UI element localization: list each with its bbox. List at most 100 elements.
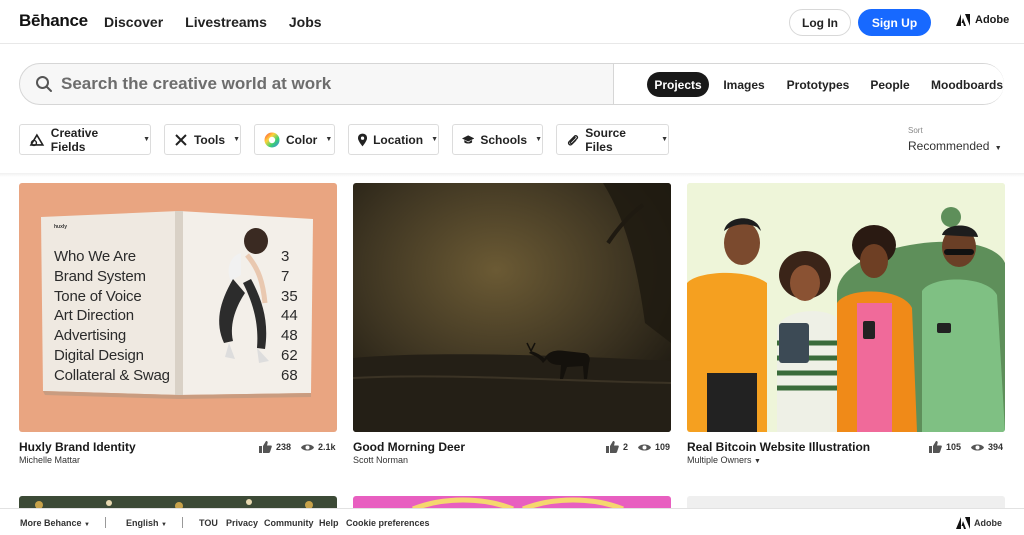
- location-pin-icon: [358, 133, 368, 146]
- footer-language[interactable]: English ▼: [126, 518, 167, 528]
- chevron-down-icon: ▼: [661, 136, 668, 143]
- toc-item: Brand System: [54, 267, 146, 285]
- nav-jobs[interactable]: Jobs: [289, 14, 322, 30]
- tab-prototypes[interactable]: Prototypes: [782, 72, 854, 97]
- toc-item: Collateral & Swag: [54, 366, 170, 384]
- project-owners-dropdown[interactable]: Multiple Owners ▼: [687, 455, 761, 465]
- footer-link-cookie-preferences[interactable]: Cookie preferences: [346, 518, 430, 528]
- search-icon: [36, 76, 52, 92]
- behance-logo[interactable]: Bēhance: [19, 11, 88, 31]
- likes-count: 238: [276, 442, 292, 452]
- search-type-tabs: Projects Images Prototypes People Moodbo…: [614, 64, 1004, 104]
- filter-label: Source Files: [585, 125, 626, 154]
- footer: More Behance ▼ English ▼ TOU Privacy Com…: [0, 508, 1024, 535]
- chevron-down-icon: ▼: [233, 136, 240, 143]
- project-title[interactable]: Real Bitcoin Website Illustration: [687, 440, 870, 454]
- footer-link-tou[interactable]: TOU: [199, 518, 218, 528]
- search-bar: Projects Images Prototypes People Moodbo…: [19, 63, 1004, 105]
- tab-moodboards[interactable]: Moodboards: [927, 72, 1007, 97]
- chevron-down-icon: ▼: [161, 522, 167, 528]
- project-thumbnail-4[interactable]: [19, 496, 337, 508]
- project-owner[interactable]: Scott Norman: [353, 455, 408, 465]
- filter-creative-fields[interactable]: Creative Fields ▼: [19, 124, 151, 155]
- likes-count: 105: [946, 442, 962, 452]
- project-title[interactable]: Good Morning Deer: [353, 440, 465, 454]
- project-stats: 2 109: [606, 441, 670, 453]
- book-toc-pages: 3 7 35 44 48 62 68: [281, 247, 298, 386]
- project-owner[interactable]: Michelle Mattar: [19, 455, 80, 465]
- color-wheel-icon: [264, 132, 280, 147]
- filter-label: Location: [373, 132, 424, 147]
- search-input[interactable]: [61, 70, 601, 98]
- toc-page: 7: [281, 267, 290, 285]
- footer-more-behance[interactable]: More Behance ▼: [20, 518, 90, 528]
- toc-page: 62: [281, 346, 298, 364]
- chevron-down-icon: ▼: [431, 136, 438, 143]
- creative-fields-icon: [29, 133, 45, 146]
- filter-label: Schools: [480, 132, 528, 147]
- footer-adobe-link[interactable]: Adobe: [956, 517, 1002, 529]
- adobe-label: Adobe: [974, 518, 1002, 528]
- adobe-logo-icon: [956, 14, 970, 26]
- toc-page: 3: [281, 248, 290, 265]
- eye-icon: [971, 444, 985, 450]
- chevron-down-icon: ▼: [143, 136, 150, 143]
- filter-schools[interactable]: Schools ▼: [452, 124, 543, 155]
- login-button[interactable]: Log In: [789, 9, 851, 36]
- toc-page: 48: [281, 327, 298, 345]
- tab-images[interactable]: Images: [718, 72, 770, 97]
- tab-projects[interactable]: Projects: [647, 72, 709, 97]
- adobe-logo-icon: [956, 517, 970, 529]
- tools-icon: [175, 133, 187, 146]
- filter-label: Tools: [193, 132, 226, 147]
- toc-item: Advertising: [54, 327, 127, 345]
- views-count: 109: [655, 442, 671, 452]
- adobe-link[interactable]: Adobe: [956, 14, 1009, 26]
- tab-people[interactable]: People: [864, 72, 916, 97]
- project-thumbnail-3[interactable]: [687, 183, 1005, 432]
- main-nav: Discover Livestreams Jobs: [104, 14, 322, 30]
- project-thumbnail-5[interactable]: [353, 496, 671, 508]
- adobe-label: Adobe: [975, 14, 1010, 26]
- filter-tools[interactable]: Tools ▼: [164, 124, 241, 155]
- divider: [0, 173, 1024, 177]
- signup-button[interactable]: Sign Up: [858, 9, 931, 36]
- project-thumbnail-6[interactable]: [687, 496, 1005, 508]
- chevron-down-icon: ▼: [994, 145, 1002, 152]
- project-stats: 105 394: [929, 441, 1003, 453]
- nav-discover[interactable]: Discover: [104, 14, 163, 30]
- filter-location[interactable]: Location ▼: [348, 124, 439, 155]
- sort-dropdown[interactable]: Recommended ▼: [908, 139, 1002, 153]
- nav-livestreams[interactable]: Livestreams: [185, 14, 267, 30]
- toc-item: Tone of Voice: [54, 287, 142, 305]
- project-title[interactable]: Huxly Brand Identity: [19, 440, 136, 454]
- thumbs-up-icon: [929, 441, 942, 453]
- footer-link-community[interactable]: Community: [264, 518, 314, 528]
- footer-more-label: More Behance: [20, 518, 82, 528]
- filter-label: Color: [286, 132, 318, 147]
- toc-item: Art Direction: [54, 307, 134, 325]
- filter-label: Creative Fields: [50, 125, 99, 154]
- divider: [182, 517, 183, 528]
- project-owner: Multiple Owners: [687, 455, 752, 465]
- sort-value: Recommended: [908, 139, 990, 153]
- footer-link-privacy[interactable]: Privacy: [226, 518, 258, 528]
- filter-color[interactable]: Color ▼: [254, 124, 335, 155]
- book-toc-items: Who We Are Brand System Tone of Voice Ar…: [54, 247, 170, 386]
- floral-pattern-image: [35, 499, 313, 508]
- deer-painting-image: [353, 183, 671, 432]
- project-stats: 238 2.1k: [259, 441, 336, 453]
- project-thumbnail-1[interactable]: huxly Who We Are Brand System Tone of Vo…: [19, 183, 337, 432]
- footer-link-help[interactable]: Help: [319, 518, 339, 528]
- toc-item: Digital Design: [54, 346, 144, 364]
- divider: [105, 517, 106, 528]
- thumbs-up-icon: [606, 441, 619, 453]
- filter-source-files[interactable]: Source Files ▼: [556, 124, 669, 155]
- toc-page: 44: [281, 307, 298, 325]
- project-thumbnail-2[interactable]: [353, 183, 671, 432]
- chevron-down-icon: ▼: [754, 458, 761, 465]
- toc-item: Who We Are: [54, 248, 136, 265]
- likes-count: 2: [623, 442, 629, 452]
- thumbs-up-icon: [259, 441, 272, 453]
- language-label: English: [126, 518, 159, 528]
